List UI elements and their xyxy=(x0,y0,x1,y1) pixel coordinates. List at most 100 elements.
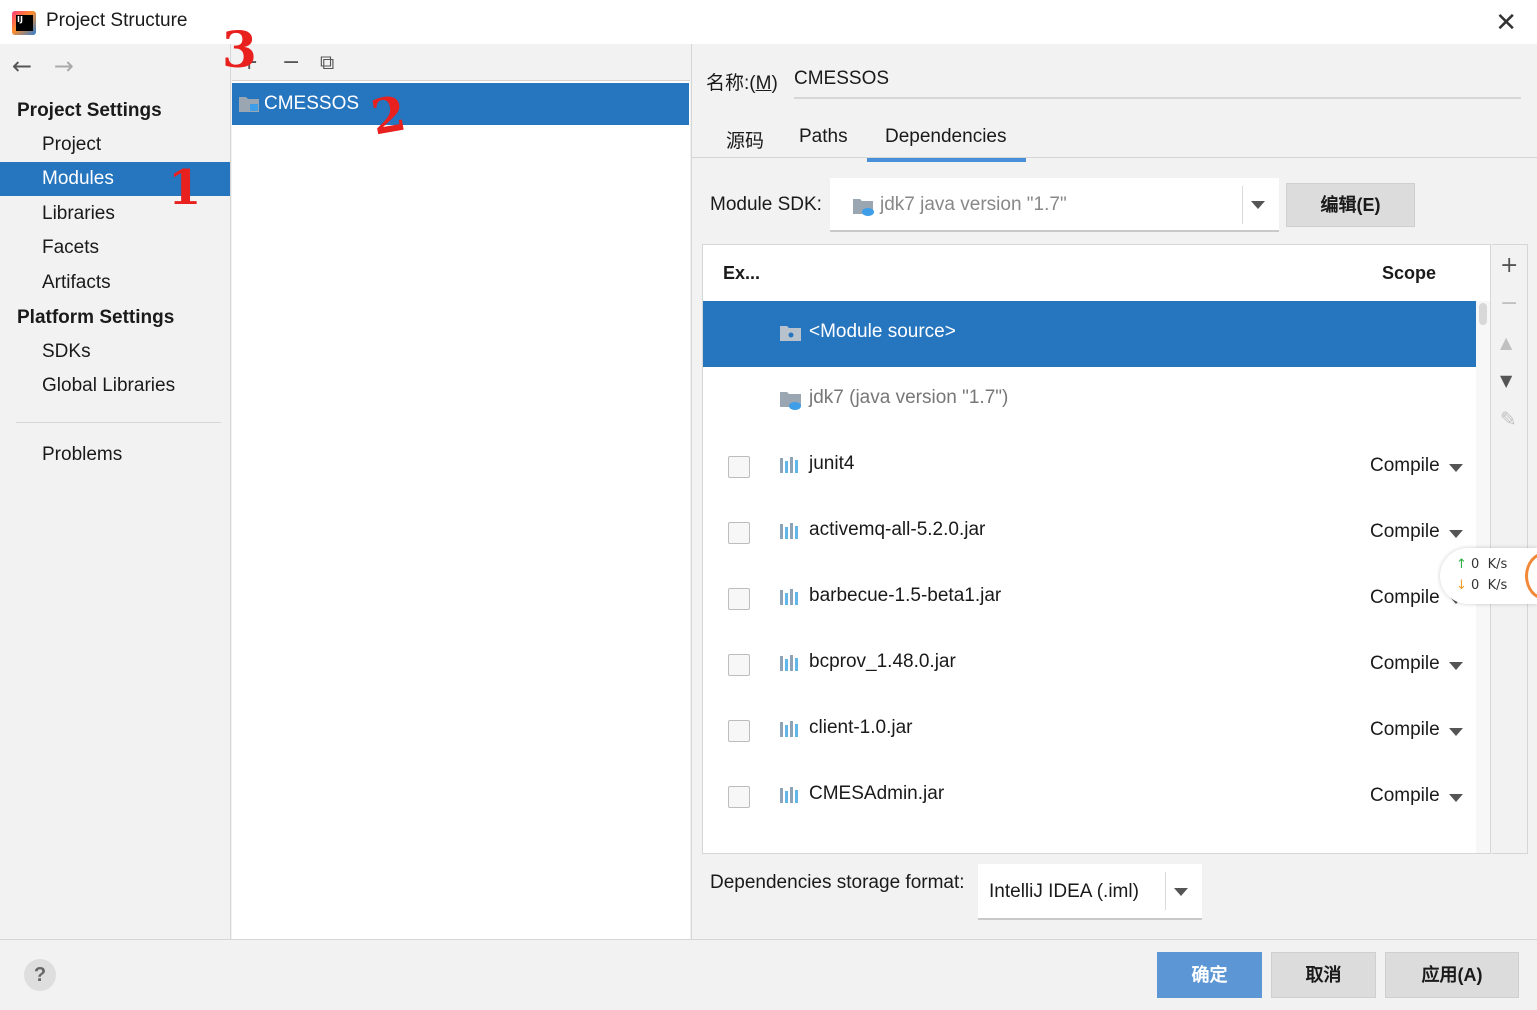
dependency-name: barbecue-1.5-beta1.jar xyxy=(809,585,1002,606)
history-navigation: ← → xyxy=(12,52,88,80)
dependency-name: activemq-all-5.2.0.jar xyxy=(809,519,986,540)
export-checkbox[interactable] xyxy=(728,786,750,808)
sidebar-item-global-libraries[interactable]: Global Libraries xyxy=(0,369,230,403)
down-arrow-icon: ↓ xyxy=(1456,578,1467,593)
scope-dropdown[interactable]: Compile xyxy=(1370,521,1440,543)
add-dependency-button[interactable]: + xyxy=(1500,253,1518,278)
export-checkbox[interactable] xyxy=(728,456,750,478)
module-sdk-value: jdk7 java version "1.7" xyxy=(880,194,1067,215)
sidebar-item-facets[interactable]: Facets xyxy=(0,231,230,265)
dropdown-separator xyxy=(1242,186,1243,224)
dependency-name: bcprov_1.48.0.jar xyxy=(809,651,956,672)
library-icon xyxy=(780,787,798,803)
folder-source-icon xyxy=(780,326,801,341)
export-checkbox[interactable] xyxy=(728,720,750,742)
forward-arrow-icon[interactable]: → xyxy=(54,52,74,80)
tab-paths[interactable]: Paths xyxy=(799,126,848,148)
dependencies-table: Ex... Scope <Module source> jdk7 (java v… xyxy=(702,244,1491,854)
scope-dropdown[interactable]: Compile xyxy=(1370,719,1440,741)
dependency-name: client-1.0.jar xyxy=(809,717,913,738)
name-field-underline xyxy=(794,97,1521,99)
table-header: Ex... Scope xyxy=(703,245,1490,301)
column-export[interactable]: Ex... xyxy=(723,263,760,284)
network-speed-widget[interactable]: ↑ 0 K/s ↓ 0 K/s xyxy=(1440,548,1537,604)
scope-dropdown[interactable]: Compile xyxy=(1370,785,1440,807)
library-icon xyxy=(780,655,798,671)
library-icon xyxy=(780,721,798,737)
intellij-logo-icon xyxy=(12,11,36,35)
dependency-name: junit4 xyxy=(809,453,855,474)
jdk-folder-icon xyxy=(853,199,874,216)
chevron-down-icon xyxy=(1449,464,1463,472)
module-name: CMESSOS xyxy=(264,93,360,114)
speed-ring-icon xyxy=(1525,552,1537,600)
remove-module-button[interactable]: − xyxy=(282,50,300,75)
back-arrow-icon[interactable]: ← xyxy=(12,52,32,80)
dropdown-separator xyxy=(1165,872,1166,910)
jdk-folder-icon xyxy=(780,392,801,410)
table-row[interactable]: barbecue-1.5-beta1.jar Compile xyxy=(703,565,1476,631)
table-row[interactable]: <Module source> xyxy=(703,301,1476,367)
chevron-down-icon xyxy=(1449,794,1463,802)
export-checkbox[interactable] xyxy=(728,654,750,676)
annotation-3: 3 xyxy=(222,20,257,79)
scope-dropdown[interactable]: Compile xyxy=(1370,653,1440,675)
modules-toolbar: + − ⧉ xyxy=(232,44,690,80)
export-checkbox[interactable] xyxy=(728,522,750,544)
download-speed: ↓ 0 K/s xyxy=(1456,578,1508,593)
chevron-down-icon xyxy=(1449,530,1463,538)
modules-panel: + − ⧉ CMESSOS xyxy=(232,44,690,939)
cancel-button[interactable]: 取消 xyxy=(1271,952,1376,998)
sidebar-item-project[interactable]: Project xyxy=(0,128,230,162)
tab-sources[interactable]: 源码 xyxy=(726,126,764,153)
scope-dropdown[interactable]: Compile xyxy=(1370,587,1440,609)
module-row-cmessos[interactable]: CMESSOS xyxy=(232,83,689,125)
chevron-down-icon xyxy=(1251,201,1265,209)
edit-pencil-icon[interactable]: ✎ xyxy=(1500,407,1517,431)
column-scope[interactable]: Scope xyxy=(1382,263,1436,284)
dependency-name: CMESAdmin.jar xyxy=(809,783,945,804)
module-list: CMESSOS xyxy=(232,80,690,939)
table-row[interactable]: jdk7 (java version "1.7") xyxy=(703,367,1476,433)
dependency-name: jdk7 (java version "1.7") xyxy=(809,387,1009,408)
table-row[interactable]: bcprov_1.48.0.jar Compile xyxy=(703,631,1476,697)
close-button[interactable]: ✕ xyxy=(1495,8,1517,38)
copy-module-button[interactable]: ⧉ xyxy=(320,50,334,74)
storage-format-value: IntelliJ IDEA (.iml) xyxy=(989,881,1139,902)
sidebar-item-problems[interactable]: Problems xyxy=(0,438,230,472)
module-sdk-label: Module SDK: xyxy=(710,194,822,215)
upload-speed: ↑ 0 K/s xyxy=(1456,557,1508,572)
module-name-field[interactable]: CMESSOS xyxy=(794,68,889,90)
move-down-button[interactable]: ▼ xyxy=(1500,371,1512,390)
remove-dependency-button[interactable]: − xyxy=(1500,291,1518,316)
dependency-name: <Module source> xyxy=(809,321,956,342)
sidebar-item-sdks[interactable]: SDKs xyxy=(0,335,230,369)
apply-button[interactable]: 应用(A) xyxy=(1385,952,1519,998)
table-row[interactable]: junit4 Compile xyxy=(703,433,1476,499)
scrollbar-thumb[interactable] xyxy=(1479,303,1487,325)
module-sdk-dropdown[interactable]: jdk7 java version "1.7" xyxy=(830,178,1279,232)
section-platform-settings: Platform Settings xyxy=(17,307,175,328)
table-row[interactable]: activemq-all-5.2.0.jar Compile xyxy=(703,499,1476,565)
library-icon xyxy=(780,589,798,605)
annotation-1: 1 xyxy=(168,160,202,216)
storage-format-label: Dependencies storage format: xyxy=(710,872,965,893)
tab-dependencies[interactable]: Dependencies xyxy=(866,126,1028,162)
move-up-button[interactable]: ▲ xyxy=(1500,333,1512,352)
window-title: Project Structure xyxy=(46,10,188,31)
table-row[interactable]: CMESAdmin.jar Compile xyxy=(703,763,1476,829)
sidebar-item-artifacts[interactable]: Artifacts xyxy=(0,266,230,300)
chevron-down-icon xyxy=(1174,888,1188,896)
export-checkbox[interactable] xyxy=(728,588,750,610)
sidebar-divider xyxy=(16,422,221,423)
up-arrow-icon: ↑ xyxy=(1456,557,1467,572)
storage-format-dropdown[interactable]: IntelliJ IDEA (.iml) xyxy=(978,864,1202,920)
help-button[interactable]: ? xyxy=(24,959,56,991)
chevron-down-icon xyxy=(1449,728,1463,736)
table-row[interactable]: client-1.0.jar Compile xyxy=(703,697,1476,763)
scope-dropdown[interactable]: Compile xyxy=(1370,455,1440,477)
library-icon xyxy=(780,523,798,539)
chevron-down-icon xyxy=(1449,662,1463,670)
edit-sdk-button[interactable]: 编辑(E) xyxy=(1286,183,1415,227)
ok-button[interactable]: 确定 xyxy=(1157,952,1262,998)
